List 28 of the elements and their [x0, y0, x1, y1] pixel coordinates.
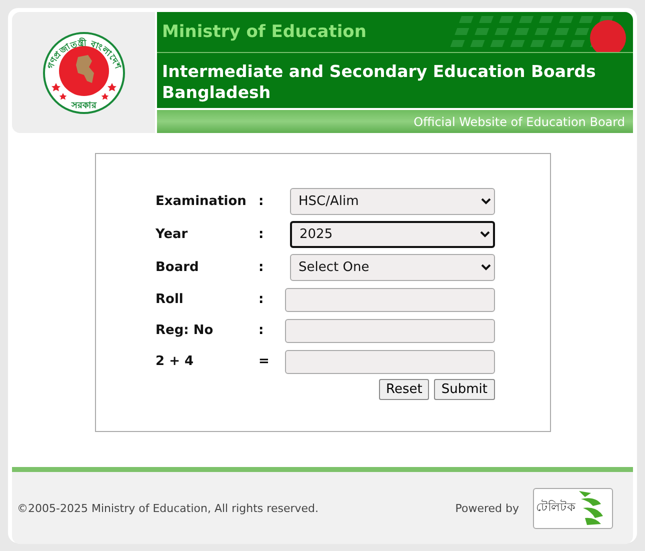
field-label: Reg: No — [156, 323, 214, 338]
field-label: Year — [156, 227, 189, 242]
dropdown[interactable]: Select One — [290, 254, 494, 281]
partner-logo[interactable]: টেলিটক — [533, 488, 613, 528]
separator: = — [258, 354, 270, 369]
logo-text: টেলিটক — [536, 498, 575, 516]
field-label: 2 + 4 — [156, 354, 195, 369]
separator: : — [258, 194, 265, 209]
separator: : — [258, 260, 265, 275]
separator: : — [258, 227, 265, 242]
dropdown[interactable]: HSC/Alim — [290, 188, 494, 215]
input-field[interactable] — [284, 288, 494, 312]
separator: : — [258, 292, 265, 307]
input-field[interactable] — [284, 350, 494, 374]
ministry-title: Ministry of Education — [162, 22, 366, 42]
copyright-text: ©2005-2025 Ministry of Education, All rights reserved. — [17, 502, 320, 514]
site-title: Intermediate and Secondary Education Boards Bangladesh — [157, 53, 633, 108]
reset-button[interactable]: Reset — [379, 379, 430, 400]
field-label: Board — [156, 260, 200, 275]
tagline: Official Website of Education Board — [414, 114, 625, 128]
powered-by-text: Powered by — [455, 502, 519, 514]
submit-button[interactable]: Submit — [434, 379, 494, 400]
input-field[interactable] — [284, 318, 494, 342]
field-label: Examination — [156, 194, 248, 209]
separator: : — [258, 323, 265, 338]
field-label: Roll — [156, 292, 184, 307]
emblem-text: সরকার — [71, 100, 96, 110]
dropdown[interactable]: 2025 — [290, 221, 494, 248]
